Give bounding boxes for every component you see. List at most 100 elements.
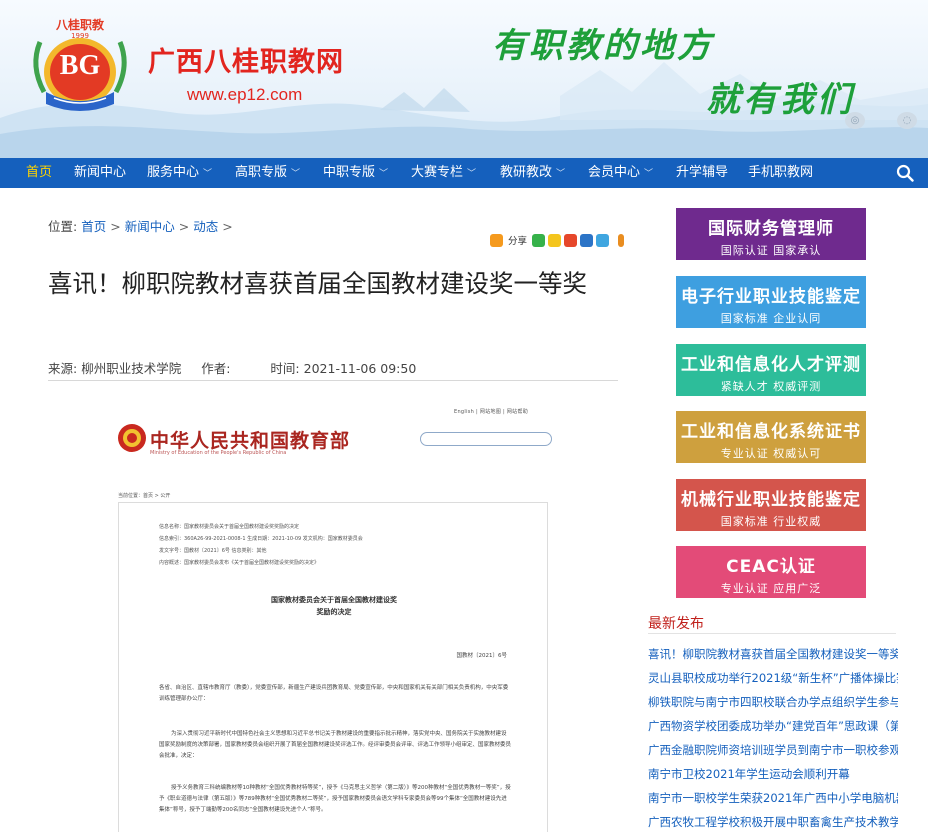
- nav-item-admission[interactable]: 升学辅导: [676, 158, 728, 188]
- latest-item[interactable]: 广西物资学校团委成功举办“建党百年”思政课（第十二期）: [648, 714, 898, 738]
- ad-banner-ceac[interactable]: CEAC认证 专业认证 应用广泛: [676, 546, 866, 598]
- breadcrumb-separator: >: [178, 219, 190, 234]
- ad-banner-financial-manager[interactable]: 国际财务管理师 国际认证 国家承认: [676, 208, 866, 260]
- ad-title: 国际财务管理师: [708, 219, 834, 239]
- wechat-icon[interactable]: ◌: [897, 112, 917, 129]
- chevron-down-icon: ﹀: [467, 169, 477, 179]
- weibo-icon[interactable]: [564, 233, 578, 247]
- breadcrumb-home[interactable]: 首页: [81, 219, 106, 234]
- weibo-icon[interactable]: ◎: [845, 112, 865, 129]
- site-name[interactable]: 广西八桂职教网: [148, 40, 344, 79]
- meta-divider: [48, 380, 618, 381]
- latest-item[interactable]: 南宁市卫校2021年学生运动会顺利开幕: [648, 762, 898, 786]
- ad-title: 电子行业职业技能鉴定: [681, 287, 861, 307]
- article-source: 柳州职业技术学院: [81, 361, 182, 376]
- nav-label: 服务中心: [147, 165, 200, 180]
- nav-item-members[interactable]: 会员中心 ﹀: [588, 158, 653, 188]
- latest-heading: 最新发布: [648, 616, 704, 632]
- latest-item[interactable]: 广西金融职院师资培训班学员到南宁市一职校参观交流: [648, 738, 898, 762]
- ad-title: 机械行业职业技能鉴定: [681, 490, 861, 510]
- latest-list: 喜讯！柳职院教材喜获首届全国教材建设奖一等奖 灵山县职校成功举行2021级“新生…: [648, 642, 898, 832]
- nav-label: 新闻中心: [74, 165, 127, 180]
- emblem-arc-text: 八桂职教: [55, 18, 104, 32]
- time-label: 时间:: [270, 361, 300, 376]
- ad-subtitle: 紧缺人才 权威评测: [720, 380, 822, 393]
- nav-item-secondary-vocational[interactable]: 中职专版 ﹀: [323, 158, 388, 188]
- breadcrumb-news[interactable]: 新闻中心: [125, 219, 175, 234]
- emblem-letters: BG: [59, 50, 101, 81]
- latest-item[interactable]: 南宁市一职校学生荣获2021年广西中小学电脑机器人竞赛一等奖: [648, 786, 898, 810]
- ad-banner-it-certificate[interactable]: 工业和信息化系统证书 专业认证 权威认可: [676, 411, 866, 463]
- more-icon[interactable]: [618, 233, 625, 247]
- site-url[interactable]: www.ep12.com: [187, 85, 302, 105]
- chevron-down-icon: ﹀: [291, 169, 301, 179]
- main-nav: 首页 新闻中心 服务中心 ﹀ 高职专版 ﹀ 中职专版 ﹀ 大赛专栏 ﹀ 教研教改 ﹀ 会员…: [0, 158, 928, 188]
- nav-item-higher-vocational[interactable]: 高职专版 ﹀: [235, 158, 300, 188]
- ad-subtitle: 国家标准 企业认同: [720, 312, 822, 325]
- qzone-icon[interactable]: [548, 233, 562, 247]
- slogan-line-2: 就有我们: [706, 80, 854, 120]
- chevron-down-icon: ﹀: [644, 169, 654, 179]
- article-meta: 来源: 柳州职业技术学院 作者: 时间: 2021-11-06 09:50: [48, 358, 420, 377]
- ad-banner-it-talent[interactable]: 工业和信息化人才评测 紧缺人才 权威评测: [676, 344, 866, 396]
- info-line: 信息索引：360A26-99-2021-0008-1 生成日期：2021-10-…: [159, 536, 363, 542]
- chevron-down-icon: ﹀: [556, 169, 566, 179]
- nav-label: 教研教改: [500, 165, 553, 180]
- nav-label: 升学辅导: [676, 165, 729, 180]
- ministry-search-box: [420, 432, 552, 446]
- info-line: 发文字号：国教材〔2021〕6号 信息类别：其他: [159, 548, 267, 554]
- ministry-name: 中华人民共和国教育部: [150, 430, 351, 452]
- latest-item[interactable]: 柳铁职院与南宁市四职校联合办学点组织学生参与无偿献血: [648, 690, 898, 714]
- notice-paragraph: 为深入贯彻习近平新时代中国特色社会主义思想和习近平总书记关于教材建设的重要指示批…: [159, 731, 512, 759]
- notice-heading: 国家教材委员会关于首届全国教材建设奖: [271, 596, 397, 604]
- nav-item-mobile[interactable]: 手机职教网: [748, 158, 813, 188]
- ministry-name-en: Ministry of Education of the People's Re…: [150, 450, 287, 456]
- latest-item[interactable]: 灵山县职校成功举行2021级“新生杯”广播体操比赛: [648, 666, 898, 690]
- notice-doc-number: 国教材〔2021〕6号: [456, 653, 508, 659]
- notice-paragraph: 各省、自治区、直辖市教育厅（教委），党委宣传部，新疆生产建设兵团教育局、党委宣传…: [159, 685, 509, 702]
- ad-banner-mechanical-skill[interactable]: 机械行业职业技能鉴定 国家标准 行业权威: [676, 479, 866, 531]
- nav-label: 会员中心: [588, 165, 641, 180]
- bookmark-icon[interactable]: [490, 233, 503, 247]
- ministry-top-links: English | 网站地图 | 网站帮助: [454, 409, 529, 415]
- ad-title: CEAC认证: [726, 557, 816, 577]
- nav-item-service[interactable]: 服务中心 ﹀: [147, 158, 212, 188]
- nav-label: 首页: [26, 165, 53, 180]
- ad-subtitle: 国际认证 国家承认: [720, 244, 822, 257]
- source-label: 来源:: [48, 361, 78, 376]
- national-emblem-icon: [118, 424, 146, 452]
- chevron-down-icon: ﹀: [379, 169, 389, 179]
- site-header-banner: 八桂职教 1999 BG 广西八桂职教网 www.ep12.com 有职教的地方…: [0, 0, 928, 158]
- nav-item-news[interactable]: 新闻中心: [74, 158, 126, 188]
- nav-label: 高职专版: [235, 165, 288, 180]
- ad-banner-electronics-skill[interactable]: 电子行业职业技能鉴定 国家标准 企业认同: [676, 276, 866, 328]
- latest-item[interactable]: 喜讯！柳职院教材喜获首届全国教材建设奖一等奖: [648, 642, 898, 666]
- tencent-icon[interactable]: [596, 233, 610, 247]
- search-icon[interactable]: [896, 164, 914, 182]
- share-label: 分享: [508, 236, 528, 247]
- article-time: 2021-11-06 09:50: [303, 361, 417, 376]
- nav-label: 大赛专栏: [411, 165, 464, 180]
- ad-title: 工业和信息化人才评测: [681, 355, 861, 375]
- info-line: 信息名称：国家教材委员会关于首届全国教材建设奖奖励的决定: [159, 524, 300, 530]
- nav-item-home[interactable]: 首页: [26, 158, 52, 188]
- slogan-line-1: 有职教的地方: [492, 26, 714, 66]
- nav-label: 手机职教网: [748, 165, 814, 180]
- article-image: 中华人民共和国教育部 Ministry of Education of the …: [62, 396, 618, 832]
- nav-label: 中职专版: [323, 165, 376, 180]
- ad-title: 工业和信息化系统证书: [681, 422, 861, 442]
- nav-item-teaching-research[interactable]: 教研教改 ﹀: [500, 158, 565, 188]
- latest-item[interactable]: 广西农牧工程学校积极开展中职畜禽生产技术教学资源建设工作: [648, 810, 898, 832]
- breadcrumb-dynamics[interactable]: 动态: [193, 219, 218, 234]
- breadcrumb-separator: >: [222, 219, 233, 234]
- ad-subtitle: 专业认证 应用广泛: [720, 582, 822, 595]
- breadcrumb-prefix: 位置:: [48, 219, 78, 234]
- wechat-icon[interactable]: [532, 233, 546, 247]
- notice-heading-2: 奖励的决定: [316, 608, 352, 616]
- latest-divider: [648, 633, 896, 634]
- breadcrumb-separator: >: [110, 219, 121, 234]
- renren-icon[interactable]: [580, 233, 594, 247]
- chevron-down-icon: ﹀: [203, 169, 213, 179]
- nav-item-competition[interactable]: 大赛专栏 ﹀: [411, 158, 476, 188]
- site-logo-emblem[interactable]: 八桂职教 1999 BG: [24, 14, 136, 124]
